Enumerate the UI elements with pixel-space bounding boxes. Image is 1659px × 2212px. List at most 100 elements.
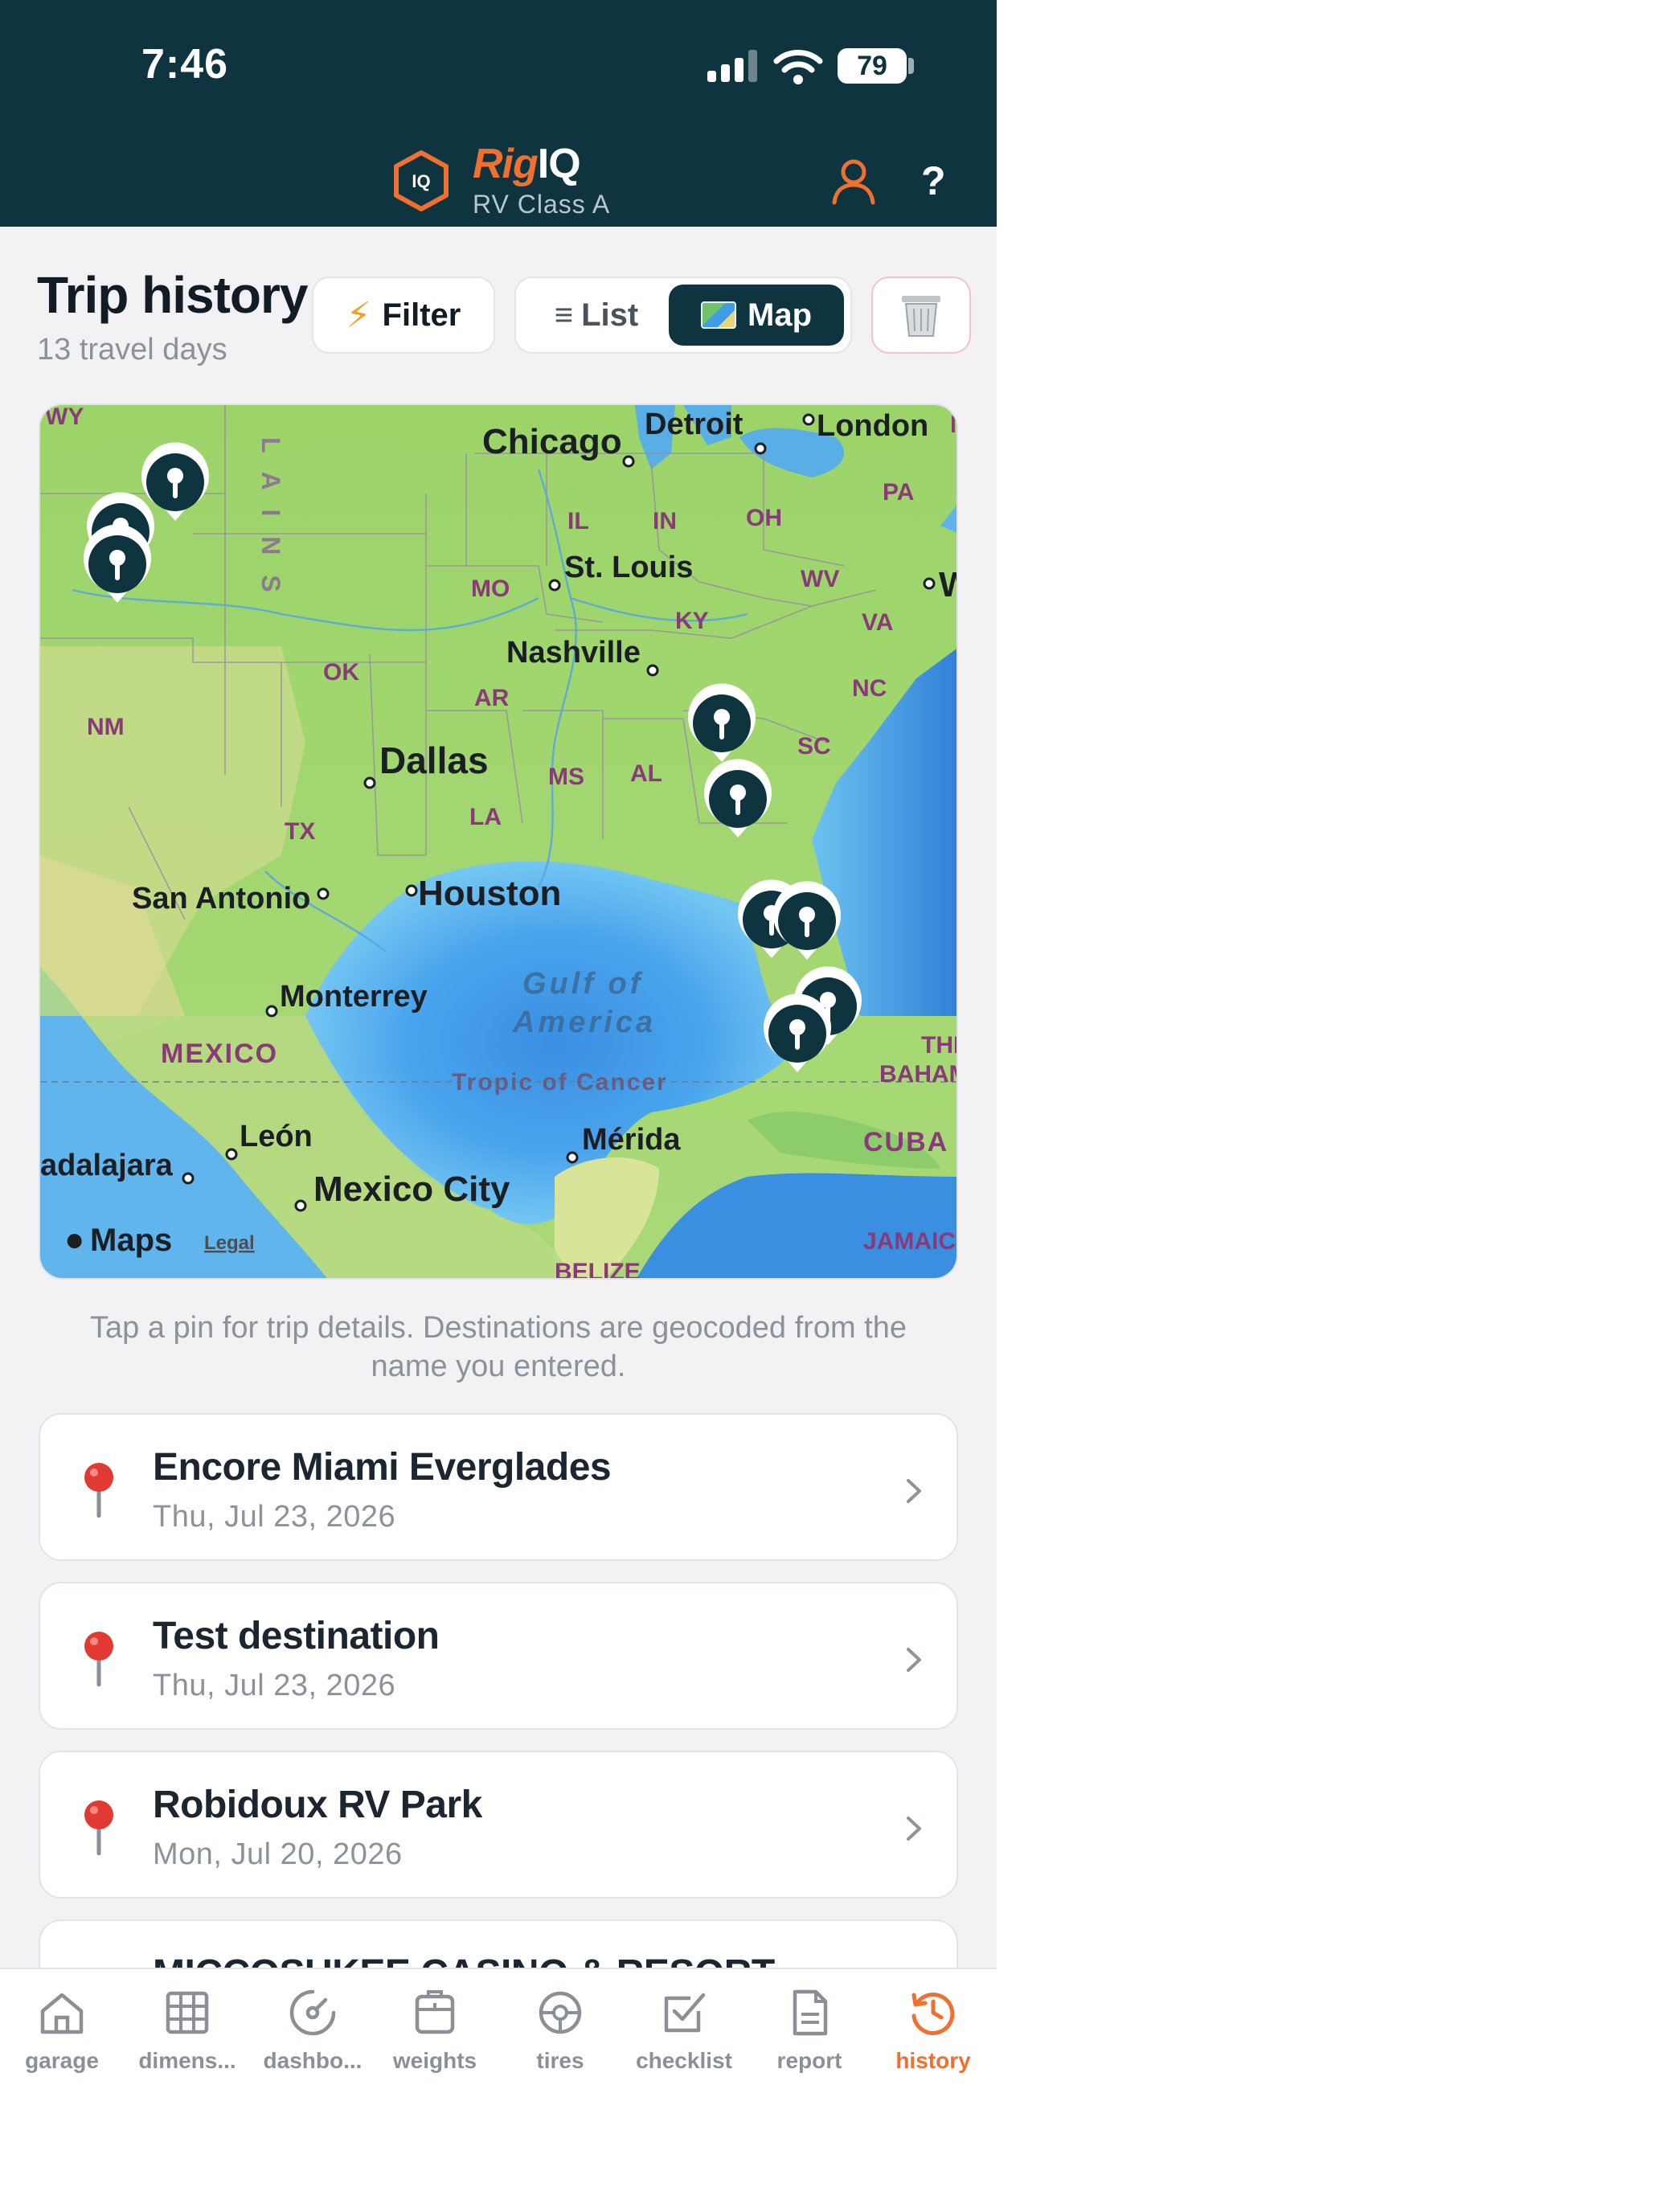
map-label-dallas: Dallas <box>379 739 489 781</box>
map-label-baham: BAHAM <box>879 1061 958 1088</box>
tab-bar: garage dimens... dashbo... weights tires… <box>0 1968 997 2212</box>
help-icon[interactable]: ? <box>921 158 946 204</box>
map-label-merida: Mérida <box>582 1123 681 1157</box>
map-label-tropic: Tropic of Cancer <box>452 1069 668 1096</box>
logo-badge-text: IQ <box>412 171 430 191</box>
lightning-icon: ⚡ <box>346 295 371 335</box>
trip-date: Thu, Jul 23, 2026 <box>153 1669 396 1702</box>
trip-name: Robidoux RV Park <box>153 1784 482 1826</box>
status-bar: 7:46 79 <box>0 0 997 129</box>
trip-name: Encore Miami Everglades <box>153 1446 612 1489</box>
map-label-va: VA <box>862 609 893 636</box>
hexagon-logo-icon: IQ <box>394 150 449 211</box>
map-label-la: LA <box>469 804 502 830</box>
tab-label: tires <box>536 2048 584 2073</box>
map-label-w: W <box>939 565 958 604</box>
map-label-in: IN <box>653 508 677 535</box>
tab-weights[interactable]: weights <box>375 1987 495 2074</box>
tab-label: weights <box>392 2048 477 2073</box>
map-label-detroit: Detroit <box>645 408 743 441</box>
map-label-mo: MO <box>471 576 510 602</box>
map-label-stlouis: St. Louis <box>564 551 693 584</box>
map-label-houston: Houston <box>418 874 561 913</box>
grid-icon <box>166 1991 209 2034</box>
tab-dimensions[interactable]: dimens... <box>127 1987 248 2074</box>
map-label-mexicocity: Mexico City <box>313 1169 510 1209</box>
red-pushpin-icon <box>84 1632 113 1686</box>
chevron-right-icon <box>907 1648 921 1672</box>
map-label-sc: SC <box>797 733 831 760</box>
map-label-ms: MS <box>548 764 584 790</box>
map-label-n: N <box>950 412 958 438</box>
tab-label: report <box>776 2048 842 2073</box>
map-label-nm: NM <box>87 714 125 740</box>
trip-name: Test destination <box>153 1615 440 1657</box>
tab-tires[interactable]: tires <box>500 1987 621 2074</box>
map-label-il: IL <box>567 508 589 535</box>
tab-checklist[interactable]: checklist <box>624 1987 744 2074</box>
list-view-button[interactable]: ≡ List <box>524 285 669 346</box>
map-label-wv: WV <box>801 566 839 592</box>
checkbox-icon <box>664 1993 706 2033</box>
user-icon[interactable] <box>831 158 876 206</box>
red-pushpin-icon <box>84 1800 113 1855</box>
tab-garage[interactable]: garage <box>2 1987 122 2074</box>
map-label-ar: AR <box>474 685 510 711</box>
weight-icon <box>415 1990 455 2034</box>
map-label-sanantonio: San Antonio <box>132 882 310 916</box>
map-label: Map <box>748 297 812 333</box>
map-label-ky: KY <box>675 608 709 634</box>
battery-tip <box>908 58 914 74</box>
wifi-icon <box>773 50 823 84</box>
page-title: Trip history <box>37 266 308 324</box>
map-label-al: AL <box>630 760 662 787</box>
trip-card[interactable]: Encore Miami Everglades Thu, Jul 23, 202… <box>39 1413 958 1561</box>
brand-rig: Rig <box>473 141 539 187</box>
chevron-right-icon <box>907 1479 921 1503</box>
maps-attribution: ● Maps <box>64 1220 172 1258</box>
map-label-london: London <box>817 409 928 443</box>
map-label-cuba: CUBA <box>863 1127 948 1157</box>
trip-card[interactable]: Test destination Thu, Jul 23, 2026 <box>39 1582 958 1730</box>
tab-label: checklist <box>636 2048 732 2073</box>
home-icon <box>40 1993 84 2034</box>
map-view-button[interactable]: Map <box>669 285 844 346</box>
filter-label: Filter <box>382 297 461 333</box>
history-icon <box>911 1992 955 2035</box>
maps-wordmark: Maps <box>90 1223 172 1258</box>
delete-button[interactable] <box>871 276 971 354</box>
tab-label: dashbo... <box>263 2048 363 2073</box>
map-label-oh: OH <box>746 505 782 531</box>
gauge-icon <box>289 1989 336 2036</box>
filter-button[interactable]: ⚡ Filter <box>312 276 495 354</box>
trash-icon <box>902 296 940 337</box>
battery-icon: 79 <box>838 48 907 84</box>
trip-date: Thu, Jul 23, 2026 <box>153 1500 396 1534</box>
list-icon: ≡ <box>554 297 574 333</box>
tire-icon <box>539 1991 582 2034</box>
legal-link[interactable]: Legal <box>204 1232 255 1254</box>
tab-label: garage <box>25 2048 99 2073</box>
tab-label: dimens... <box>138 2048 236 2073</box>
tab-dashboard[interactable]: dashbo... <box>252 1987 373 2074</box>
map-label-chicago: Chicago <box>482 422 622 461</box>
map-label-jamaica: JAMAIC <box>863 1228 956 1255</box>
status-time: 7:46 <box>141 41 229 88</box>
tab-report[interactable]: report <box>749 1987 870 2074</box>
trip-card[interactable]: Robidoux RV Park Mon, Jul 20, 2026 <box>39 1751 958 1899</box>
app-screen: 7:46 79 IQ RigIQ RV Class A ? Trip histo… <box>0 0 997 2212</box>
map-label-mexico: MEXICO <box>161 1038 278 1069</box>
list-label: List <box>581 297 639 333</box>
map-hint: Tap a pin for trip details. Destinations… <box>89 1311 907 1383</box>
red-pushpin-icon <box>84 1463 113 1518</box>
map-label-ok: OK <box>323 659 359 686</box>
map-label-pa: PA <box>883 479 914 506</box>
map-label-nc: NC <box>852 675 887 702</box>
tab-history[interactable]: history <box>873 1987 993 2074</box>
map-label-gulf-line2: America <box>512 1006 656 1039</box>
view-toggle: ≡ List Map <box>514 276 852 354</box>
trip-map[interactable]: WY N PA IL IN OH WV MO KY VA OK AR NC NM… <box>39 403 958 1280</box>
trip-date: Mon, Jul 20, 2026 <box>153 1837 403 1871</box>
map-label-belize: BELIZE <box>555 1259 641 1280</box>
map-label-the: THE <box>921 1032 958 1059</box>
